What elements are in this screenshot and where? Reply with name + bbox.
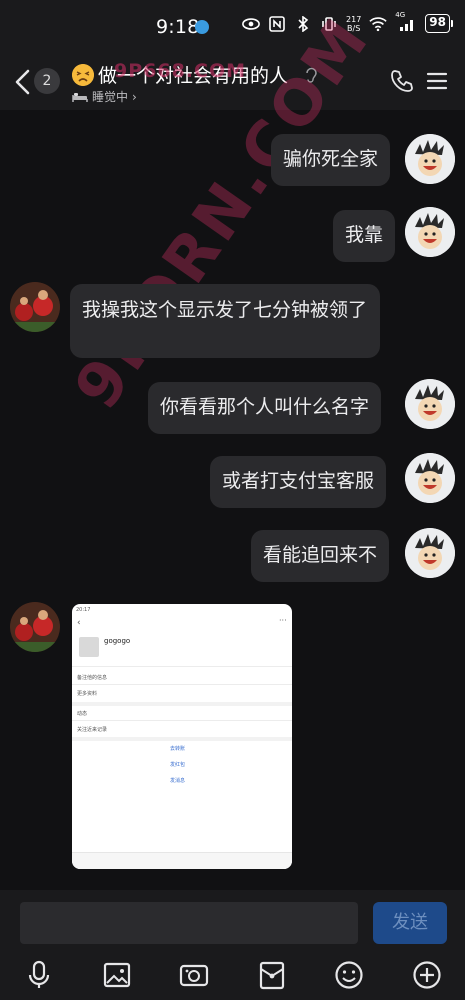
battery-icon: 98 — [425, 14, 453, 33]
weary-face-emoji-icon — [72, 64, 94, 86]
image-row-1: 备注他的信息 — [77, 675, 108, 681]
message-bubble-received[interactable]: 我操我这个显示发了七分钟被领了 — [70, 284, 380, 358]
message-bubble-sent[interactable]: 我靠 — [333, 210, 396, 262]
contact-avatar[interactable] — [10, 602, 60, 652]
menu-icon[interactable] — [426, 70, 448, 92]
input-area: 发送 — [0, 890, 465, 1000]
emoji-icon[interactable] — [334, 960, 364, 990]
unread-count-badge[interactable]: 2 — [34, 68, 60, 94]
chevron-right-icon: › — [132, 89, 137, 104]
image-action-2: 发红包 — [170, 762, 186, 768]
image-action-1: 去转账 — [170, 746, 186, 752]
contact-status[interactable]: 睡觉中 › — [72, 88, 137, 105]
image-row-4: 关注近来记录 — [77, 727, 108, 733]
image-row-3: 动态 — [77, 711, 88, 717]
watermark-top: 9P668.COM — [114, 60, 247, 82]
eye-icon — [242, 15, 260, 33]
red-packet-icon[interactable] — [257, 960, 287, 990]
status-bar: 9:18 217 B/S 4G 98 — [0, 0, 465, 52]
status-text: 睡觉中 — [92, 90, 129, 104]
message-bubble-sent[interactable]: 你看看那个人叫什么名字 — [148, 382, 382, 434]
contact-avatar[interactable] — [10, 282, 60, 332]
image-status-time: 20:17 — [76, 607, 91, 613]
image-profile-name: gogogo — [104, 637, 131, 645]
status-time: 9:18 — [156, 16, 200, 38]
image-message-screenshot[interactable]: 20:17 ‹ ··· gogogo 备注他的信息 更多资料 动态 关注近来记录… — [72, 604, 292, 869]
image-action-3: 发消息 — [170, 778, 186, 784]
my-avatar[interactable] — [405, 207, 455, 257]
back-icon[interactable] — [12, 68, 34, 96]
image-row-2: 更多资料 — [77, 691, 98, 697]
image-more-icon: ··· — [279, 616, 287, 625]
send-button[interactable]: 发送 — [373, 902, 447, 944]
message-bubble-sent[interactable]: 骗你死全家 — [271, 134, 391, 186]
nfc-icon — [268, 15, 286, 33]
my-avatar[interactable] — [405, 379, 455, 429]
network-type: 4G — [395, 10, 406, 19]
image-bottom-bar — [72, 852, 292, 869]
bed-icon — [72, 92, 88, 102]
plus-icon[interactable] — [412, 960, 442, 990]
camera-icon[interactable] — [179, 960, 209, 990]
image-back-icon: ‹ — [77, 618, 81, 628]
message-bubble-sent[interactable]: 看能追回来不 — [251, 530, 390, 582]
message-bubble-sent[interactable]: 或者打支付宝客服 — [210, 456, 387, 508]
my-avatar[interactable] — [405, 528, 455, 578]
wifi-icon — [369, 15, 387, 33]
my-avatar[interactable] — [405, 134, 455, 184]
image-icon[interactable] — [102, 960, 132, 990]
battery-level: 98 — [425, 14, 450, 33]
notification-badge-icon — [195, 20, 209, 34]
image-profile-avatar — [79, 637, 99, 657]
message-input[interactable] — [20, 902, 358, 944]
my-avatar[interactable] — [405, 453, 455, 503]
signal-icon: 4G — [395, 11, 417, 33]
input-toolbar — [0, 960, 465, 996]
phone-icon[interactable] — [389, 68, 415, 94]
microphone-icon[interactable] — [24, 960, 54, 990]
